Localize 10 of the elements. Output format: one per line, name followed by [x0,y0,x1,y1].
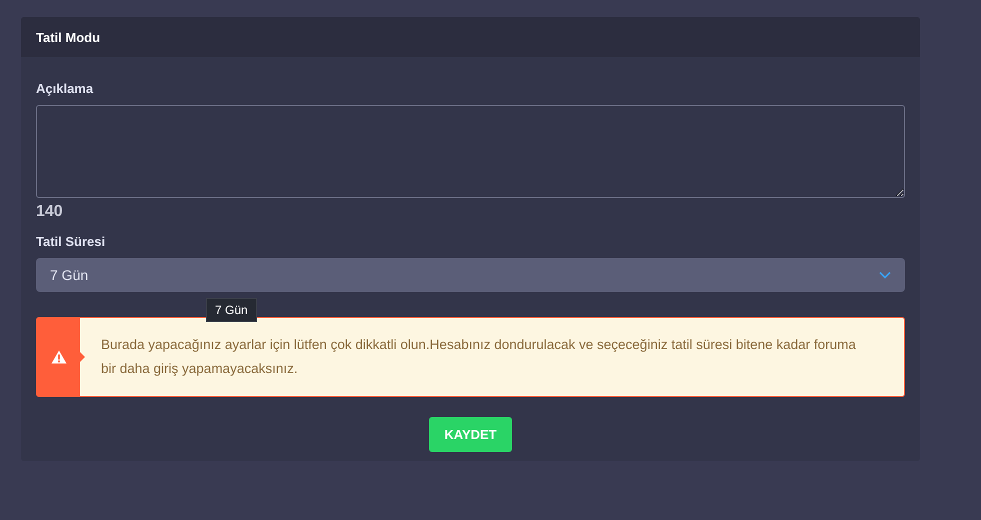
description-field[interactable] [36,105,905,198]
warning-icon [50,350,66,364]
warning-message: Burada yapacağınız ayarlar için lütfen çok dikkatli olun.Hesabınız dondurulacak ve seçeceğiniz tatil süresi bitene kadar foruma bir daha giriş yapamayacaksınız. [100,336,857,378]
panel-title: Tatil Modu [36,30,100,44]
field-label: Tatil Süresi [36,234,106,249]
character-counter: 140 [36,203,64,221]
field-label: Açıklama [36,81,94,96]
tooltip: 7 Gün [206,298,257,322]
chevron-icon [879,271,891,279]
duration-dropdown[interactable]: 7 Gün [36,258,905,292]
